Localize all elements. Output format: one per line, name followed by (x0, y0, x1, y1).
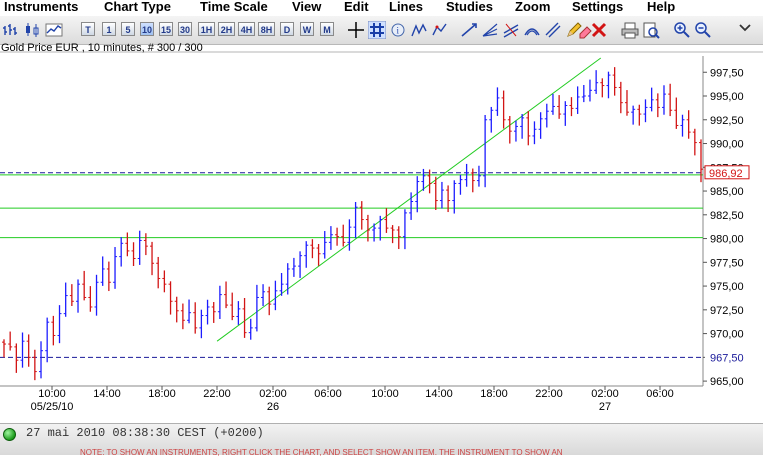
x-date-label: 27 (599, 401, 611, 413)
y-tick-label: 990,00 (710, 139, 744, 151)
chart-title: Gold Price EUR , 10 minutes, # 300 / 300 (1, 42, 203, 54)
y-tick-label: 970,00 (710, 329, 744, 341)
x-tick-label: 06:00 (646, 388, 674, 400)
x-date-label: 05/25/10 (31, 401, 74, 413)
y-tick-label: 965,00 (710, 376, 744, 388)
status-datetime: 27 mai 2010 08:38:30 CEST (+0200) (26, 426, 264, 440)
x-tick-label: 02:00 (591, 388, 619, 400)
y-tick-label: 980,00 (710, 234, 744, 246)
y-tick-label: 985,00 (710, 186, 744, 198)
status-hint: NOTE: TO SHOW AN INSTRUMENTS, RIGHT CLIC… (80, 448, 563, 457)
y-tick-label: 995,00 (710, 91, 744, 103)
low-marker: 967,50 (710, 352, 744, 364)
y-tick-label: 992,50 (710, 115, 744, 127)
x-tick-label: 22:00 (203, 388, 231, 400)
x-tick-label: 10:00 (38, 388, 66, 400)
y-tick-label: 972,50 (710, 305, 744, 317)
price-chart[interactable]: 997,50995,00992,50990,00987,50985,00982,… (0, 0, 763, 422)
x-tick-label: 02:00 (259, 388, 287, 400)
connection-status-icon (3, 428, 16, 441)
x-date-label: 26 (267, 401, 279, 413)
x-tick-label: 22:00 (535, 388, 563, 400)
y-tick-label: 982,50 (710, 210, 744, 222)
x-tick-label: 14:00 (93, 388, 121, 400)
x-tick-label: 06:00 (314, 388, 342, 400)
x-tick-label: 10:00 (371, 388, 399, 400)
x-tick-label: 18:00 (480, 388, 508, 400)
status-bar: 27 mai 2010 08:38:30 CEST (+0200) NOTE: … (0, 423, 763, 457)
last-price-marker: 986,92 (709, 168, 743, 180)
y-tick-label: 997,50 (710, 67, 744, 79)
y-tick-label: 977,50 (710, 257, 744, 269)
y-tick-label: 975,00 (710, 281, 744, 293)
x-tick-label: 14:00 (425, 388, 453, 400)
x-tick-label: 18:00 (148, 388, 176, 400)
